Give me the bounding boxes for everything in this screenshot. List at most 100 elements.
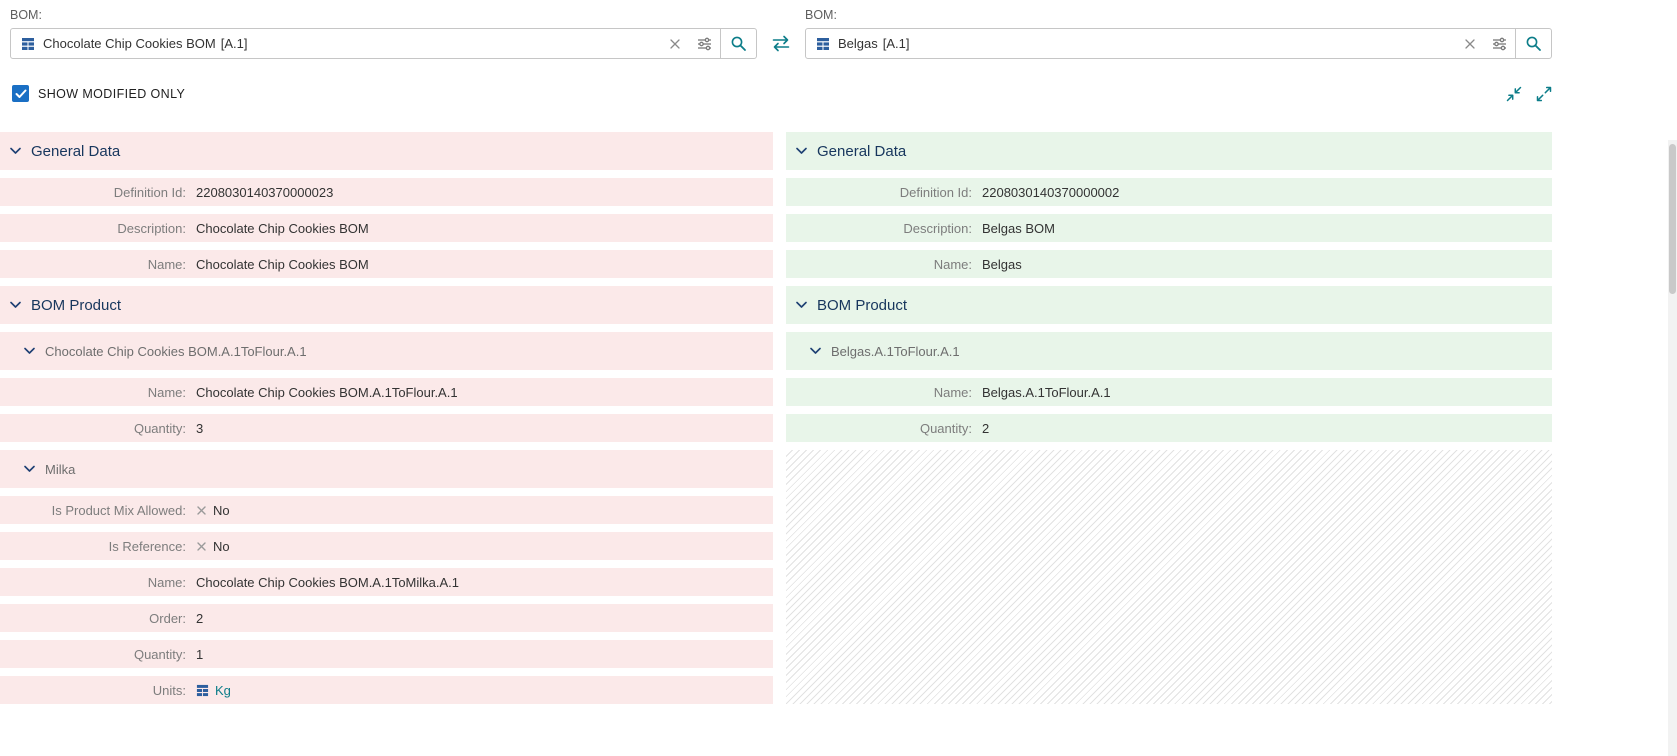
swap-compare-icon[interactable] bbox=[757, 28, 805, 59]
field-row: Definition Id:2208030140370000023 bbox=[0, 178, 773, 206]
section-header[interactable]: BOM Product bbox=[0, 286, 773, 324]
bom-picker-left-value: Chocolate Chip Cookies BOM[A.1] bbox=[43, 36, 661, 51]
field-label: Name: bbox=[0, 385, 196, 400]
scrollbar-thumb[interactable] bbox=[1669, 144, 1676, 294]
field-row: Name:Belgas bbox=[786, 250, 1552, 278]
section-title: BOM Product bbox=[31, 297, 121, 314]
filter-icon[interactable] bbox=[1484, 37, 1515, 51]
field-label: Name: bbox=[786, 257, 982, 272]
chevron-down-icon bbox=[796, 301, 807, 309]
comparison-toolbar: SHOW MODIFIED ONLY bbox=[0, 85, 1552, 102]
subsection-header[interactable]: Belgas.A.1ToFlour.A.1 bbox=[786, 332, 1552, 370]
search-icon[interactable] bbox=[720, 29, 756, 58]
table-icon bbox=[196, 684, 209, 697]
expand-all-icon[interactable] bbox=[1536, 86, 1552, 102]
field-row: Units:Kg bbox=[0, 676, 773, 704]
field-value: Chocolate Chip Cookies BOM bbox=[196, 257, 369, 272]
bom-picker-right-input[interactable]: Belgas[A.1] bbox=[805, 28, 1552, 59]
field-row: Description:Belgas BOM bbox=[786, 214, 1552, 242]
chevron-down-icon bbox=[24, 347, 35, 355]
field-value: No bbox=[196, 503, 230, 518]
section-header[interactable]: General Data bbox=[0, 132, 773, 170]
field-label: Is Product Mix Allowed: bbox=[0, 503, 196, 518]
field-row: Definition Id:2208030140370000002 bbox=[786, 178, 1552, 206]
field-value: 2208030140370000023 bbox=[196, 185, 333, 200]
x-mark-icon bbox=[196, 505, 207, 516]
clear-icon[interactable] bbox=[661, 38, 689, 50]
bom-picker-left-input[interactable]: Chocolate Chip Cookies BOM[A.1] bbox=[10, 28, 757, 59]
field-value: Chocolate Chip Cookies BOM bbox=[196, 221, 369, 236]
left-bom-panel: General Data Definition Id:22080301403700… bbox=[0, 132, 773, 704]
bom-entity-icon bbox=[816, 37, 830, 51]
field-row: Is Product Mix Allowed:No bbox=[0, 496, 773, 524]
collapse-all-icon[interactable] bbox=[1506, 86, 1522, 102]
bom-picker-right-value: Belgas[A.1] bbox=[838, 36, 1456, 51]
field-value: Belgas.A.1ToFlour.A.1 bbox=[982, 385, 1111, 400]
field-value: 2 bbox=[982, 421, 989, 436]
field-value: 1 bbox=[196, 647, 203, 662]
empty-diff-placeholder bbox=[786, 450, 1552, 704]
vertical-scrollbar[interactable] bbox=[1668, 140, 1677, 756]
show-modified-only-label: SHOW MODIFIED ONLY bbox=[38, 87, 185, 101]
field-label: Name: bbox=[0, 257, 196, 272]
bom-picker-right-label: BOM: bbox=[805, 8, 1552, 22]
chevron-down-icon bbox=[24, 465, 35, 473]
clear-icon[interactable] bbox=[1456, 38, 1484, 50]
bom-picker-left: BOM: Chocolate Chip Cookies BOM[A.1] bbox=[10, 8, 757, 59]
field-label: Definition Id: bbox=[0, 185, 196, 200]
section-header[interactable]: General Data bbox=[786, 132, 1552, 170]
field-label: Quantity: bbox=[0, 421, 196, 436]
field-row: Name:Chocolate Chip Cookies BOM.A.1ToMil… bbox=[0, 568, 773, 596]
field-value: No bbox=[196, 539, 230, 554]
field-row: Quantity:2 bbox=[786, 414, 1552, 442]
chevron-down-icon bbox=[10, 147, 21, 155]
field-row: Quantity:3 bbox=[0, 414, 773, 442]
subsection-header[interactable]: Milka bbox=[0, 450, 773, 488]
panel-size-controls bbox=[1506, 86, 1552, 102]
bom-picker-right: BOM: Belgas[A.1] bbox=[805, 8, 1552, 59]
checkbox-checked-icon bbox=[12, 85, 29, 102]
chevron-down-icon bbox=[10, 301, 21, 309]
section-title: Chocolate Chip Cookies BOM.A.1ToFlour.A.… bbox=[45, 344, 307, 359]
field-label: Definition Id: bbox=[786, 185, 982, 200]
field-value: Chocolate Chip Cookies BOM.A.1ToFlour.A.… bbox=[196, 385, 458, 400]
right-bom-panel: General Data Definition Id:22080301403700… bbox=[786, 132, 1552, 704]
search-icon[interactable] bbox=[1515, 29, 1551, 58]
bom-picker-row: BOM: Chocolate Chip Cookies BOM[A.1] BOM… bbox=[0, 0, 1677, 59]
section-title: General Data bbox=[817, 143, 906, 160]
chevron-down-icon bbox=[810, 347, 821, 355]
field-value: Belgas bbox=[982, 257, 1022, 272]
field-label: Quantity: bbox=[786, 421, 982, 436]
bom-entity-icon bbox=[21, 37, 35, 51]
filter-icon[interactable] bbox=[689, 37, 720, 51]
field-value: 2 bbox=[196, 611, 203, 626]
field-label: Name: bbox=[786, 385, 982, 400]
field-row: Description:Chocolate Chip Cookies BOM bbox=[0, 214, 773, 242]
field-row: Name:Belgas.A.1ToFlour.A.1 bbox=[786, 378, 1552, 406]
field-row: Quantity:1 bbox=[0, 640, 773, 668]
chevron-down-icon bbox=[796, 147, 807, 155]
field-value: Chocolate Chip Cookies BOM.A.1ToMilka.A.… bbox=[196, 575, 459, 590]
field-label: Units: bbox=[0, 683, 196, 698]
revision-label: [A.1] bbox=[221, 36, 248, 51]
section-title: Milka bbox=[45, 462, 75, 477]
field-label: Order: bbox=[0, 611, 196, 626]
section-title: Belgas.A.1ToFlour.A.1 bbox=[831, 344, 960, 359]
revision-label: [A.1] bbox=[883, 36, 910, 51]
section-title: General Data bbox=[31, 143, 120, 160]
show-modified-only-checkbox[interactable]: SHOW MODIFIED ONLY bbox=[12, 85, 185, 102]
field-label: Description: bbox=[0, 221, 196, 236]
section-header[interactable]: BOM Product bbox=[786, 286, 1552, 324]
units-link[interactable]: Kg bbox=[196, 683, 231, 698]
field-value: 2208030140370000002 bbox=[982, 185, 1119, 200]
field-value: Belgas BOM bbox=[982, 221, 1055, 236]
field-row: Name:Chocolate Chip Cookies BOM bbox=[0, 250, 773, 278]
field-label: Quantity: bbox=[0, 647, 196, 662]
field-label: Name: bbox=[0, 575, 196, 590]
field-row: Name:Chocolate Chip Cookies BOM.A.1ToFlo… bbox=[0, 378, 773, 406]
field-row: Is Reference:No bbox=[0, 532, 773, 560]
field-label: Description: bbox=[786, 221, 982, 236]
field-value: 3 bbox=[196, 421, 203, 436]
subsection-header[interactable]: Chocolate Chip Cookies BOM.A.1ToFlour.A.… bbox=[0, 332, 773, 370]
field-row: Order:2 bbox=[0, 604, 773, 632]
